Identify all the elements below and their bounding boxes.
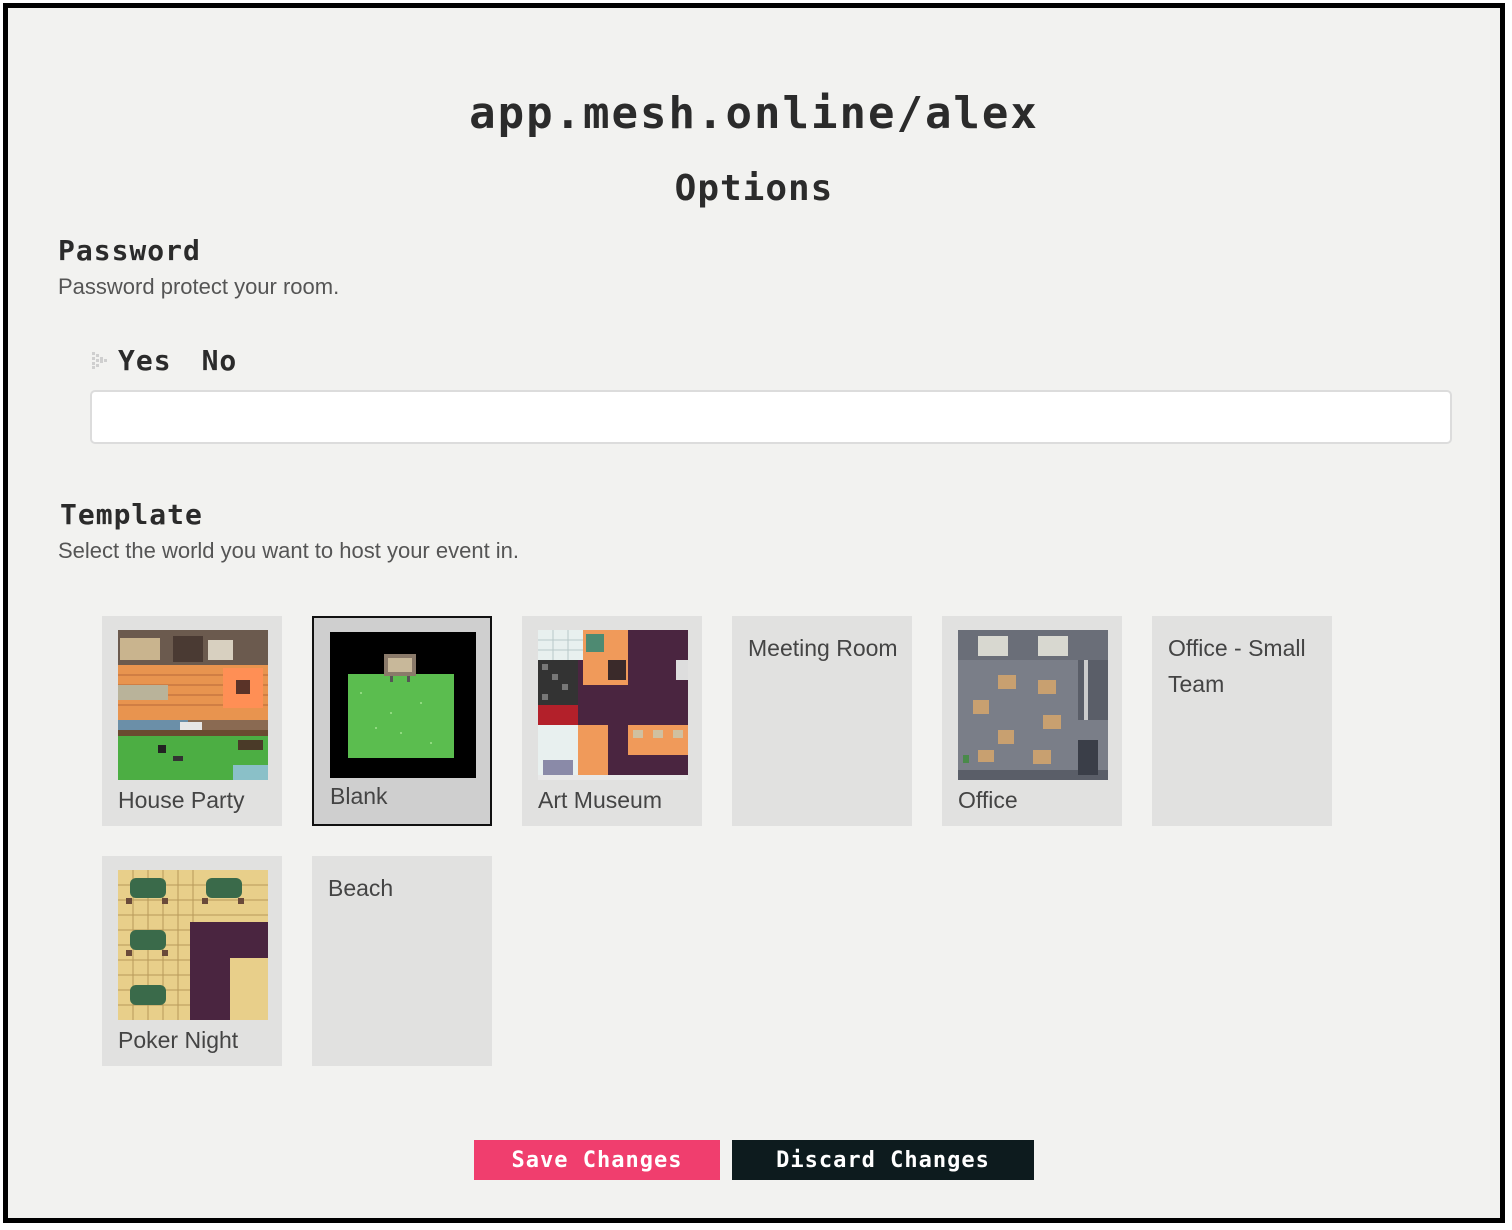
template-card-office[interactable]: Office — [942, 616, 1122, 826]
template-card-art-museum[interactable]: Art Museum — [522, 616, 702, 826]
blank-thumbnail — [330, 632, 476, 778]
room-url-title: app.mesh.online/alex — [469, 88, 1039, 139]
template-label: Beach — [328, 875, 394, 901]
password-yes-option[interactable]: Yes — [118, 344, 172, 377]
house-party-thumbnail — [118, 630, 268, 780]
selected-arrow-icon — [92, 349, 110, 371]
options-panel: app.mesh.online/alex Options Password Pa… — [3, 3, 1505, 1223]
template-card-meeting-room[interactable]: Meeting Room — [732, 616, 912, 826]
password-no-option[interactable]: No — [202, 344, 238, 377]
template-label: Office — [958, 787, 1018, 813]
template-label: Meeting Room — [748, 635, 898, 661]
password-heading: Password — [58, 234, 201, 267]
template-label: Office - Small Team — [1168, 635, 1306, 697]
template-label: House Party — [118, 787, 245, 813]
template-label: Art Museum — [538, 787, 662, 813]
art-museum-thumbnail — [538, 630, 688, 780]
template-card-blank[interactable]: Blank — [312, 616, 492, 826]
template-label: Blank — [330, 783, 388, 809]
template-card-beach[interactable]: Beach — [312, 856, 492, 1066]
password-toggle: Yes No — [92, 340, 237, 380]
template-description: Select the world you want to host your e… — [58, 538, 520, 563]
password-description: Password protect your room. — [58, 274, 340, 299]
office-thumbnail — [958, 630, 1108, 780]
template-card-house-party[interactable]: House Party — [102, 616, 282, 826]
password-input[interactable] — [90, 390, 1452, 444]
options-heading: Options — [674, 168, 834, 209]
save-changes-button[interactable]: Save Changes — [474, 1140, 720, 1180]
template-label: Poker Night — [118, 1027, 239, 1053]
poker-night-thumbnail — [118, 870, 268, 1020]
discard-changes-button[interactable]: Discard Changes — [732, 1140, 1034, 1180]
template-card-poker-night[interactable]: Poker Night — [102, 856, 282, 1066]
template-heading: Template — [60, 498, 203, 531]
template-card-office-small-team[interactable]: Office - Small Team — [1152, 616, 1332, 826]
